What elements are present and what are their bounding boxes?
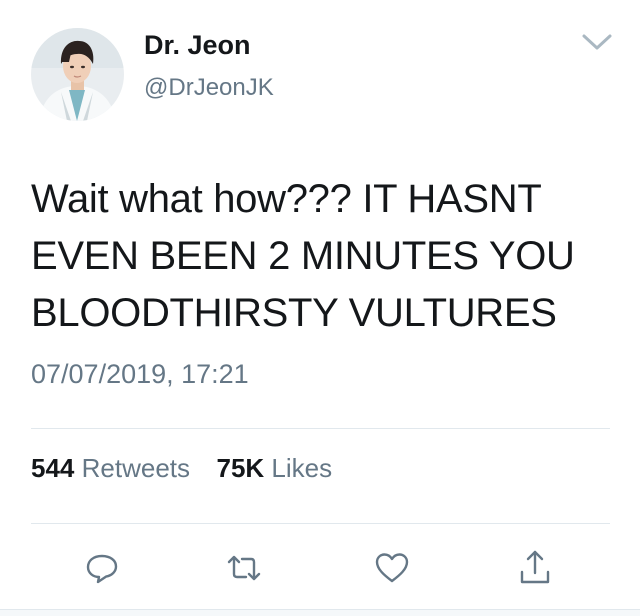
divider: [31, 428, 610, 429]
tweet-text-line: BLOODTHIRSTY VULTURES: [31, 291, 557, 335]
retweet-icon[interactable]: [224, 548, 264, 588]
tweet-actions: [0, 548, 640, 588]
retweets-count: 544: [31, 453, 75, 483]
tweet-timestamp[interactable]: 07/07/2019, 17:21: [31, 359, 249, 390]
reply-bubble-icon[interactable]: [82, 548, 122, 588]
divider: [31, 523, 610, 524]
display-name[interactable]: Dr. Jeon: [144, 30, 251, 61]
retweets-label: Retweets: [81, 453, 191, 483]
share-icon[interactable]: [515, 548, 555, 588]
chevron-down-icon[interactable]: [580, 30, 614, 54]
tweet-text-line: EVEN BEEN 2 MINUTES YOU: [31, 234, 575, 278]
likes-stat[interactable]: 75K Likes: [209, 453, 332, 483]
likes-label: Likes: [271, 453, 333, 483]
user-handle[interactable]: @DrJeonJK: [144, 74, 274, 102]
retweets-stat[interactable]: 544 Retweets: [31, 453, 197, 483]
tweet-text-line: Wait what how??? IT HASNT: [31, 177, 542, 221]
tweet-text: Wait what how??? IT HASNT EVEN BEEN 2 MI…: [31, 171, 611, 342]
likes-count: 75K: [216, 453, 265, 483]
avatar-image: [31, 28, 124, 121]
tweet-stats: 544 Retweets 75K Likes: [31, 453, 332, 484]
heart-icon[interactable]: [372, 548, 412, 588]
bottom-edge: [0, 609, 640, 616]
tweet-card: Dr. Jeon @DrJeonJK Wait what how??? IT H…: [0, 0, 640, 616]
avatar[interactable]: [31, 28, 124, 121]
